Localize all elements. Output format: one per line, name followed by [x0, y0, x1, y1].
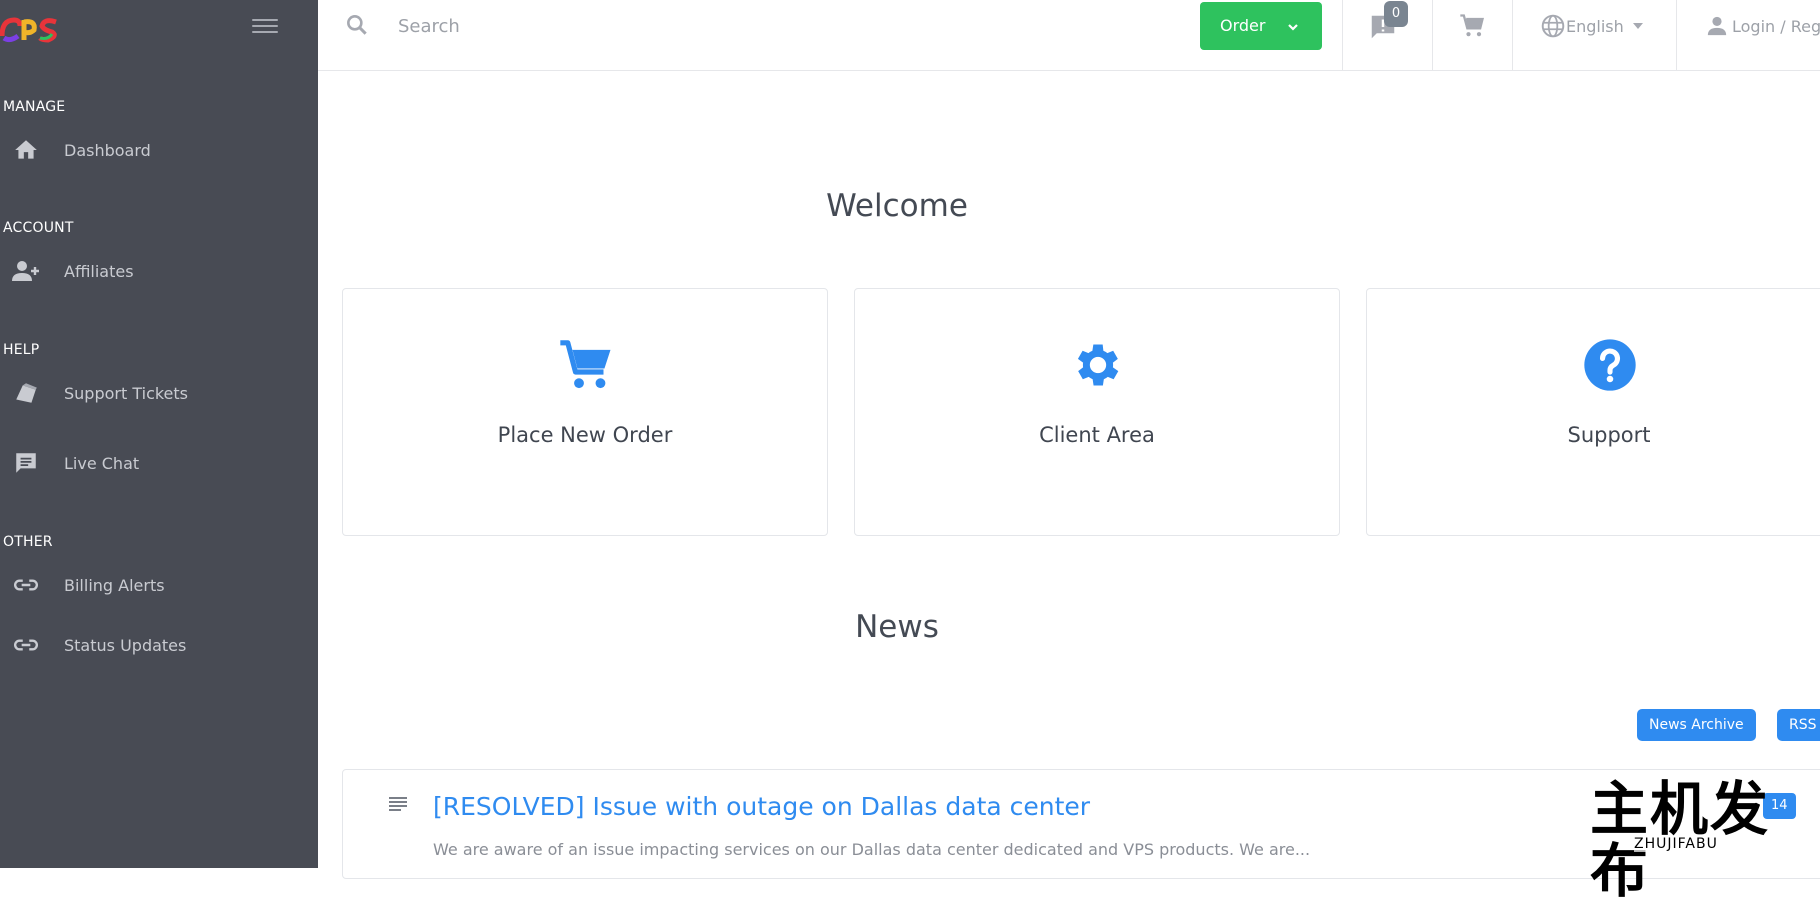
- order-button[interactable]: Order: [1200, 2, 1322, 50]
- brand-logo[interactable]: [0, 10, 62, 46]
- order-button-label: Order: [1220, 16, 1266, 35]
- chat-icon: [12, 449, 40, 477]
- language-selector[interactable]: English: [1540, 12, 1644, 40]
- header-divider: [1676, 0, 1677, 70]
- rss-button[interactable]: RSS: [1777, 709, 1820, 741]
- home-icon: [12, 136, 40, 164]
- section-label-help: HELP: [3, 342, 40, 358]
- sidebar-item-label: Status Updates: [64, 635, 187, 655]
- gear-icon: [1070, 337, 1126, 393]
- sidebar-item-label: Affiliates: [64, 261, 134, 281]
- watermark: 主机发布 ZHUJIFABU: [1590, 778, 1790, 902]
- sidebar-item-billing-alerts[interactable]: Billing Alerts: [0, 563, 318, 607]
- header-divider: [1432, 0, 1433, 70]
- header-divider: [1342, 0, 1343, 70]
- chevron-down-icon: [1286, 19, 1300, 33]
- language-label: English: [1566, 16, 1624, 36]
- sidebar-item-dashboard[interactable]: Dashboard: [0, 128, 318, 172]
- cart-icon[interactable]: [1458, 12, 1486, 40]
- sidebar-item-label: Billing Alerts: [64, 575, 165, 595]
- notification-count-badge: 0: [1384, 1, 1408, 27]
- link-icon: [12, 571, 40, 599]
- section-label-other: OTHER: [3, 534, 53, 550]
- question-icon: [1582, 337, 1638, 393]
- top-header: Order 0 English Login / Register: [318, 0, 1820, 71]
- place-new-order-card[interactable]: Place New Order: [342, 288, 828, 536]
- main-content: Welcome Place New Order Client Area Supp…: [318, 71, 1820, 879]
- globe-icon: [1540, 13, 1566, 39]
- section-label-manage: MANAGE: [3, 99, 66, 115]
- sidebar: MANAGE Dashboard ACCOUNT Affiliates HELP…: [0, 0, 318, 868]
- search-input[interactable]: [380, 8, 880, 44]
- ticket-icon: [12, 379, 40, 407]
- search-icon[interactable]: [344, 12, 370, 38]
- news-archive-button[interactable]: News Archive: [1637, 709, 1756, 741]
- news-heading: News: [855, 609, 939, 645]
- news-item-title[interactable]: [RESOLVED] Issue with outage on Dallas d…: [433, 792, 1090, 821]
- add-user-icon: [12, 257, 40, 285]
- sidebar-item-live-chat[interactable]: Live Chat: [0, 441, 318, 485]
- news-item-excerpt: We are aware of an issue impacting servi…: [433, 840, 1311, 859]
- card-label: Support: [1567, 423, 1651, 447]
- welcome-heading: Welcome: [826, 188, 968, 224]
- section-label-account: ACCOUNT: [3, 220, 74, 236]
- caret-down-icon: [1632, 21, 1644, 31]
- login-register-label: Login / Register: [1732, 16, 1820, 36]
- article-icon: [386, 793, 410, 817]
- sidebar-item-affiliates[interactable]: Affiliates: [0, 249, 318, 293]
- login-register-link[interactable]: Login / Register: [1706, 12, 1820, 40]
- sidebar-item-support-tickets[interactable]: Support Tickets: [0, 371, 318, 415]
- client-area-card[interactable]: Client Area: [854, 288, 1340, 536]
- menu-toggle-icon[interactable]: [252, 16, 278, 36]
- card-label: Place New Order: [497, 423, 673, 447]
- link-icon: [12, 631, 40, 659]
- user-icon: [1706, 15, 1728, 37]
- header-divider: [1512, 0, 1513, 70]
- sidebar-item-status-updates[interactable]: Status Updates: [0, 623, 318, 667]
- support-card[interactable]: Support: [1366, 288, 1820, 536]
- sidebar-item-label: Live Chat: [64, 453, 140, 473]
- sidebar-item-label: Dashboard: [64, 140, 151, 160]
- watermark-subtext: ZHUJIFABU: [1634, 836, 1718, 852]
- cart-icon: [558, 337, 614, 393]
- sidebar-item-label: Support Tickets: [64, 383, 189, 403]
- card-label: Client Area: [1039, 423, 1155, 447]
